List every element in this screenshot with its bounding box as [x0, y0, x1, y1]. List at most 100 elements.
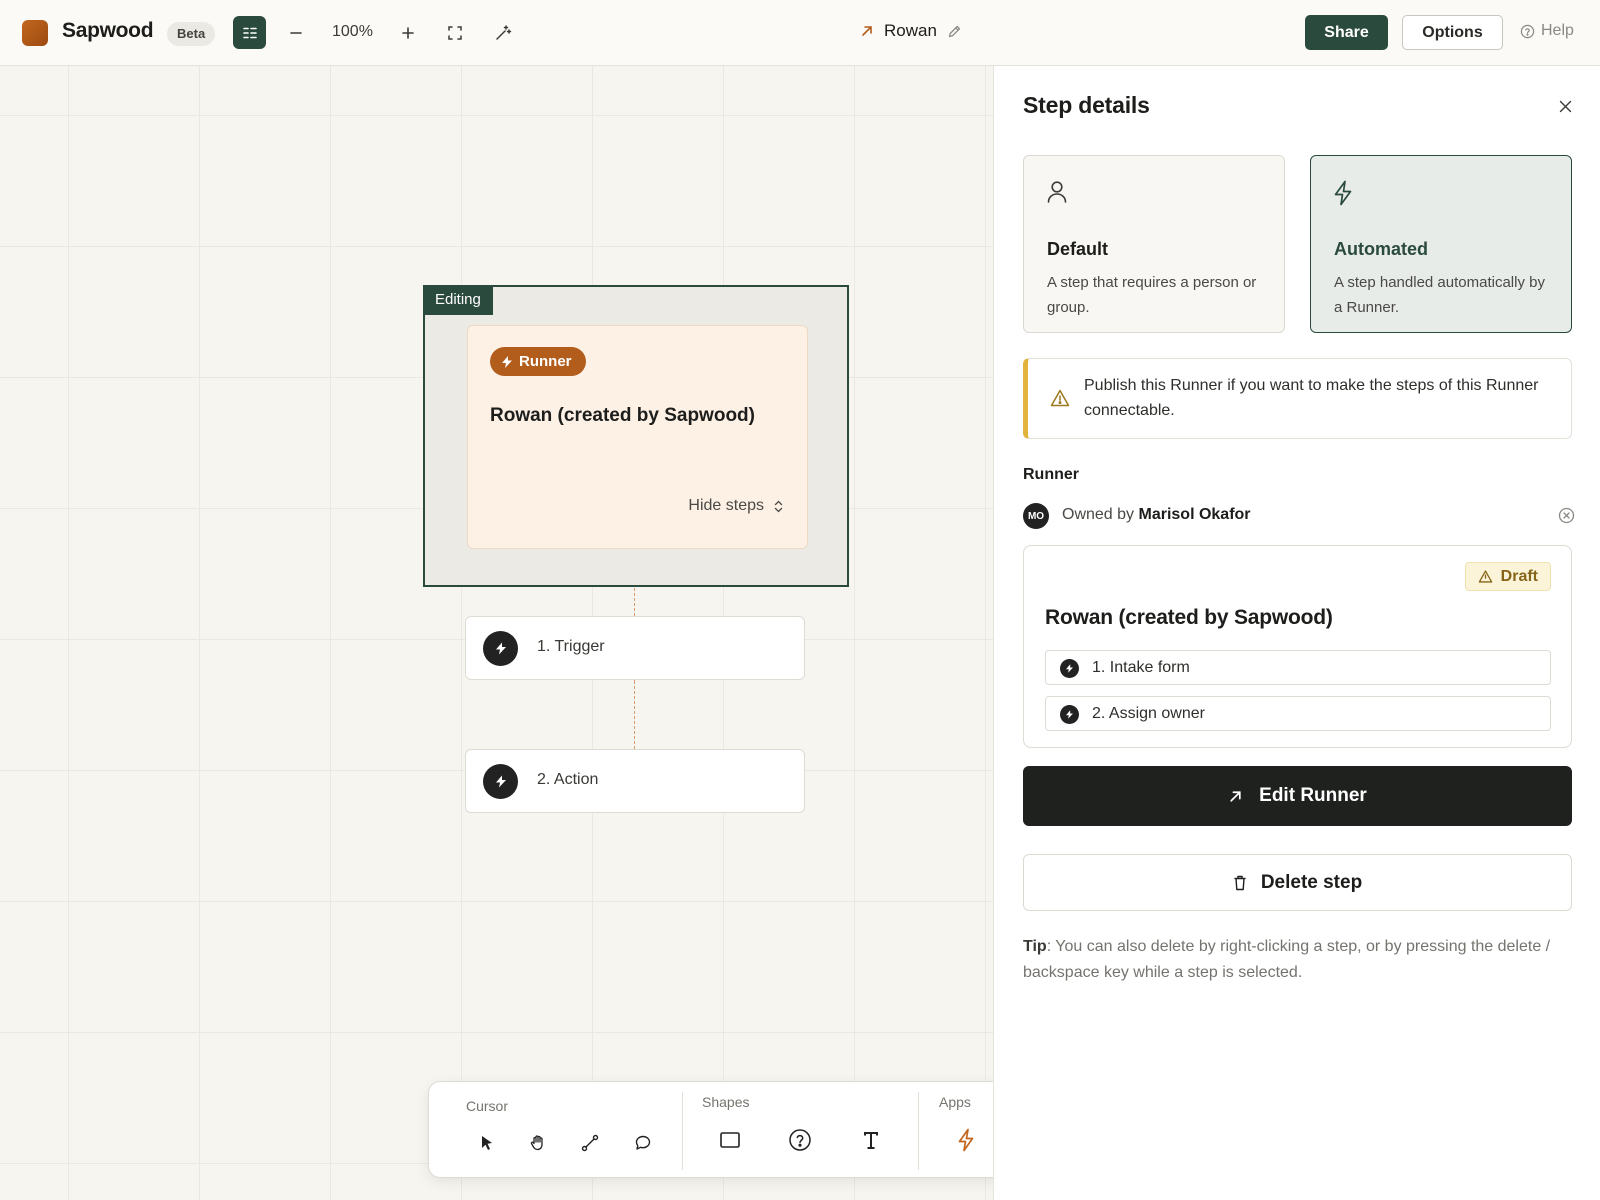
toolbar-section-cursor: Cursor [466, 1098, 509, 1114]
panel-title: Step details [1023, 92, 1150, 118]
runner-title: Rowan (created by Sapwood) [490, 405, 755, 426]
runner-group-frame[interactable]: Editing Runner Rowan (created by Sapwood… [423, 285, 849, 587]
hide-steps-toggle[interactable]: Hide steps [688, 497, 783, 515]
chevron-up-down-icon [774, 500, 783, 512]
trash-icon [1234, 875, 1246, 890]
pointer-tool[interactable] [472, 1128, 502, 1158]
step-label: 2. Action [537, 771, 599, 788]
top-bar: Sapwood Beta 100% Rowan Share Options He… [0, 0, 1600, 66]
external-link-icon [862, 26, 872, 36]
runner-step-label: 2. Assign owner [1092, 705, 1205, 722]
zoom-out-button[interactable] [282, 19, 310, 47]
runner-summary-card: Draft Rowan (created by Sapwood) 1. Inta… [1023, 545, 1572, 748]
close-icon [1559, 100, 1571, 112]
options-button[interactable]: Options [1402, 15, 1503, 50]
type-description: A step handled automatically by a Runner… [1334, 274, 1545, 316]
close-button[interactable] [1555, 96, 1575, 116]
editing-tag: Editing [423, 285, 493, 315]
connector-tool[interactable] [575, 1128, 605, 1158]
delete-step-button[interactable]: Delete step [1023, 854, 1572, 911]
text-tool[interactable] [856, 1125, 886, 1155]
toolbar-section-apps: Apps [939, 1094, 971, 1110]
canvas-step-card[interactable]: 2. Action [465, 749, 805, 813]
menu-icon [242, 27, 257, 38]
document-title-text: Rowan [884, 21, 937, 40]
automation-tool[interactable] [951, 1125, 981, 1155]
delete-step-label: Delete step [1260, 871, 1363, 893]
step-lightning-icon [1060, 659, 1079, 678]
edit-runner-button[interactable]: Edit Runner [1023, 766, 1572, 826]
tip-label: Tip [1023, 938, 1047, 955]
type-description: A step that requires a person or group. [1047, 274, 1257, 316]
magic-button[interactable] [489, 19, 517, 47]
runner-step-label: 1. Intake form [1092, 659, 1190, 676]
rectangle-tool[interactable] [715, 1125, 745, 1155]
step-lightning-icon [1060, 705, 1079, 724]
toolbar-divider [682, 1092, 683, 1170]
runner-step-item: 2. Assign owner [1045, 696, 1551, 731]
logo-icon [22, 20, 48, 46]
runner-summary-title: Rowan (created by Sapwood) [1045, 606, 1333, 629]
beta-badge: Beta [167, 22, 216, 46]
runner-section-label: Runner [1023, 466, 1079, 483]
zoom-in-icon [402, 27, 414, 39]
hide-steps-label: Hide steps [688, 497, 764, 514]
lightning-icon [1334, 180, 1352, 206]
owner-text: Owned by Marisol Okafor [1062, 506, 1251, 524]
connector-line [634, 681, 635, 749]
fit-screen-button[interactable] [441, 19, 469, 47]
zoom-in-button[interactable] [394, 19, 422, 47]
brand-name: Sapwood [62, 19, 154, 42]
external-link-icon [1230, 790, 1241, 802]
lightning-icon [958, 1128, 974, 1152]
pencil-icon[interactable] [947, 24, 962, 39]
draft-label: Draft [1500, 567, 1538, 585]
lightning-icon [502, 355, 512, 368]
comment-tool[interactable] [628, 1128, 658, 1158]
pointer-icon [482, 1136, 492, 1150]
tip-body: : You can also delete by right-clicking … [1023, 938, 1551, 981]
rectangle-icon [720, 1132, 740, 1148]
canvas[interactable]: Editing Runner Rowan (created by Sapwood… [0, 66, 993, 1200]
help-circle-icon [1520, 24, 1535, 38]
runner-card[interactable]: Runner Rowan (created by Sapwood) Hide s… [467, 325, 808, 549]
document-title[interactable]: Rowan [860, 21, 962, 41]
notice-text: Publish this Runner if you want to make … [1084, 377, 1539, 419]
warning-icon [1050, 389, 1070, 407]
help-link[interactable]: Help [1520, 22, 1574, 40]
toolbar-section-shapes: Shapes [702, 1094, 750, 1110]
avatar: MO [1023, 503, 1049, 529]
zoom-level: 100% [332, 23, 373, 40]
question-icon [789, 1129, 811, 1151]
connector-icon [581, 1134, 599, 1152]
step-lightning-icon [483, 764, 518, 799]
canvas-step-card[interactable]: 1. Trigger [465, 616, 805, 680]
owner-prefix: Owned by [1062, 506, 1135, 523]
toolbar-divider [918, 1092, 919, 1170]
step-lightning-icon [483, 631, 518, 666]
step-label: 1. Trigger [537, 638, 605, 655]
fit-screen-icon [448, 26, 462, 40]
type-card-automated[interactable]: Automated A step handled automatically b… [1310, 155, 1572, 333]
menu-button[interactable] [233, 16, 266, 49]
share-button[interactable]: Share [1305, 15, 1388, 50]
remove-owner-button[interactable] [1558, 507, 1575, 524]
edit-runner-label: Edit Runner [1259, 785, 1367, 806]
runner-pill: Runner [490, 347, 586, 376]
type-name: Default [1047, 239, 1109, 259]
comment-icon [635, 1135, 651, 1150]
text-icon [864, 1132, 878, 1149]
person-icon [1047, 181, 1067, 203]
hand-icon [530, 1135, 543, 1151]
close-circle-icon [1558, 507, 1575, 524]
runner-pill-label: Runner [519, 353, 572, 370]
step-details-panel: Step details Default A step that require… [993, 66, 1600, 1200]
type-card-default[interactable]: Default A step that requires a person or… [1023, 155, 1285, 333]
owner-name: Marisol Okafor [1138, 506, 1251, 523]
hand-tool[interactable] [523, 1128, 553, 1158]
draft-badge: Draft [1464, 562, 1551, 591]
magic-wand-icon [496, 25, 512, 40]
help-label: Help [1541, 22, 1574, 39]
zoom-out-icon [290, 32, 302, 34]
question-tool[interactable] [785, 1125, 815, 1155]
